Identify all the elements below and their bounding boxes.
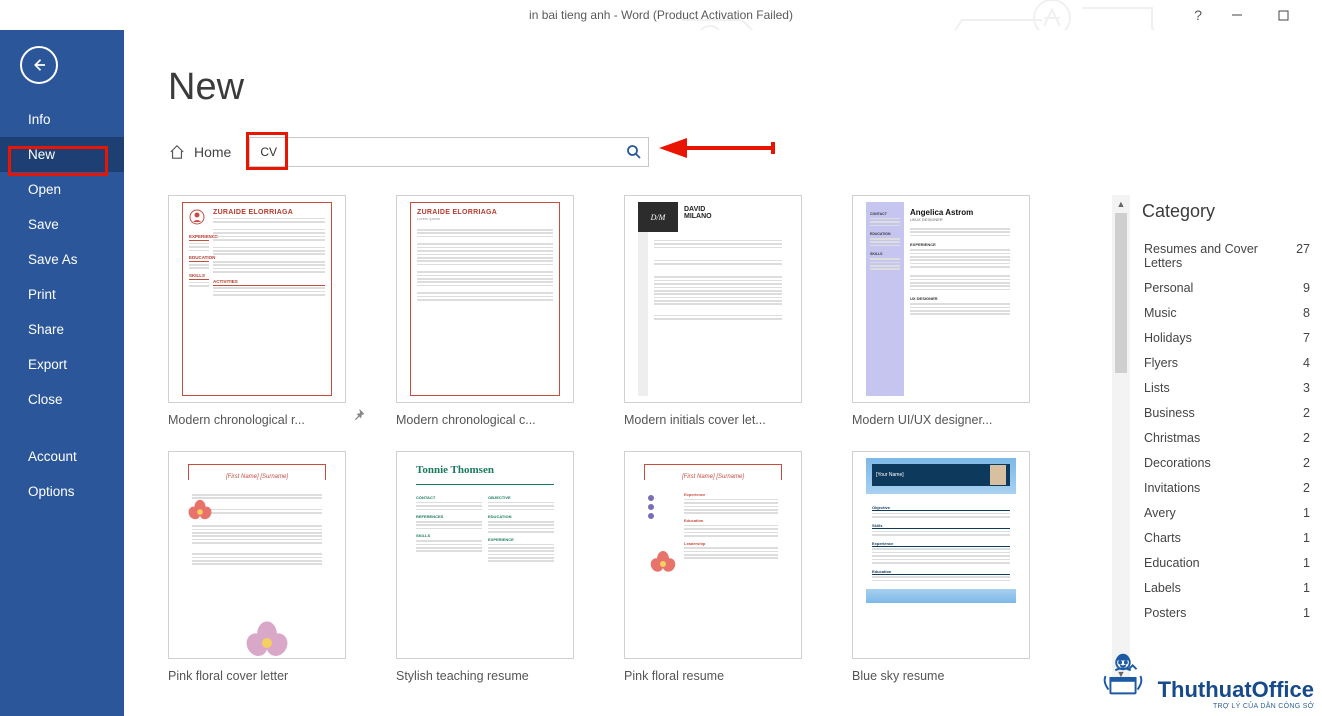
window-title: in bai tieng anh - Word (Product Activat… (529, 8, 793, 22)
category-title: Category (1142, 201, 1314, 222)
page-title: New (168, 66, 1322, 109)
backstage-sidebar: InfoNewOpenSaveSave AsPrintShareExportCl… (0, 30, 124, 716)
template-thumbnail[interactable]: CONTACTEDUCATIONSKILLSAngelica AstromUI/… (852, 195, 1030, 403)
template-thumbnail[interactable]: ZURAIDE ELORRIAGALorem ipsum (396, 195, 574, 403)
nav-item-account[interactable]: Account (0, 439, 124, 474)
nav-item-print[interactable]: Print (0, 277, 124, 312)
home-label: Home (194, 144, 231, 160)
help-button[interactable]: ? (1194, 7, 1202, 23)
search-input[interactable] (260, 145, 626, 159)
nav-item-close[interactable]: Close (0, 382, 124, 417)
template-label: Modern initials cover let... (624, 413, 802, 427)
template-card[interactable]: EXPERIENCEEDUCATIONSKILLSZURAIDE ELORRIA… (168, 195, 368, 427)
template-label: Stylish teaching resume (396, 669, 574, 683)
category-item[interactable]: Education1 (1142, 550, 1314, 575)
template-card[interactable]: [First Name] [Surname]ExperienceEducatio… (624, 451, 824, 683)
titlebar: in bai tieng anh - Word (Product Activat… (0, 0, 1322, 30)
template-thumbnail[interactable]: [First Name] [Surname]ExperienceEducatio… (624, 451, 802, 659)
template-card[interactable]: [Your Name]ObjectiveSkillsExperienceEduc… (852, 451, 1052, 683)
category-item[interactable]: Decorations2 (1142, 450, 1314, 475)
search-icon[interactable] (626, 144, 642, 160)
nav-item-info[interactable]: Info (0, 102, 124, 137)
category-item[interactable]: Christmas2 (1142, 425, 1314, 450)
template-label: Modern chronological c... (396, 413, 574, 427)
template-label: Pink floral resume (624, 669, 802, 683)
nav-item-open[interactable]: Open (0, 172, 124, 207)
scroll-thumb[interactable] (1115, 213, 1127, 373)
minimize-button[interactable] (1214, 0, 1260, 30)
template-thumbnail[interactable]: EXPERIENCEEDUCATIONSKILLSZURAIDE ELORRIA… (168, 195, 346, 403)
template-label: Pink floral cover letter (168, 669, 346, 683)
category-item[interactable]: Personal9 (1142, 275, 1314, 300)
category-item[interactable]: Posters1 (1142, 600, 1314, 625)
nav-item-options[interactable]: Options (0, 474, 124, 509)
watermark-icon (1094, 647, 1152, 710)
category-item[interactable]: Business2 (1142, 400, 1314, 425)
template-card[interactable]: Tonnie ThomsenCONTACTREFERENCESSKILLSOBJ… (396, 451, 596, 683)
watermark: ThuthuatOffice TRỢ LÝ CỦA DÂN CÔNG SỞ (1094, 647, 1314, 710)
nav-item-save-as[interactable]: Save As (0, 242, 124, 277)
category-item[interactable]: Charts1 (1142, 525, 1314, 550)
template-card[interactable]: D/MDAVIDMILANO Modern initials cover let.… (624, 195, 824, 427)
template-thumbnail[interactable]: D/MDAVIDMILANO (624, 195, 802, 403)
template-card[interactable]: ZURAIDE ELORRIAGALorem ipsum Modern chron… (396, 195, 596, 427)
back-button[interactable] (20, 46, 58, 84)
category-item[interactable]: Flyers4 (1142, 350, 1314, 375)
nav-item-new[interactable]: New (0, 137, 124, 172)
template-thumbnail[interactable]: Tonnie ThomsenCONTACTREFERENCESSKILLSOBJ… (396, 451, 574, 659)
home-link[interactable]: Home (168, 144, 231, 160)
template-label: Blue sky resume (852, 669, 1030, 683)
home-icon (168, 144, 186, 160)
templates-scrollbar[interactable]: ▲ ▼ (1112, 195, 1130, 683)
category-item[interactable]: Invitations2 (1142, 475, 1314, 500)
template-card[interactable]: CONTACTEDUCATIONSKILLSAngelica AstromUI/… (852, 195, 1052, 427)
nav-item-share[interactable]: Share (0, 312, 124, 347)
pin-icon[interactable] (354, 407, 368, 421)
template-thumbnail[interactable]: [First Name] [Surname] (168, 451, 346, 659)
template-label: Modern UI/UX designer... (852, 413, 1030, 427)
main-content: New Home (124, 30, 1322, 716)
nav-item-export[interactable]: Export (0, 347, 124, 382)
nav-item-save[interactable]: Save (0, 207, 124, 242)
search-box[interactable] (249, 137, 649, 167)
maximize-button[interactable] (1260, 0, 1306, 30)
category-item[interactable]: Avery1 (1142, 500, 1314, 525)
scroll-up-button[interactable]: ▲ (1112, 195, 1130, 213)
category-item[interactable]: Holidays7 (1142, 325, 1314, 350)
category-item[interactable]: Resumes and Cover Letters27 (1142, 236, 1314, 275)
watermark-subtext: TRỢ LÝ CỦA DÂN CÔNG SỞ (1158, 703, 1314, 710)
category-item[interactable]: Labels1 (1142, 575, 1314, 600)
category-panel: Category Resumes and Cover Letters27Pers… (1130, 195, 1322, 683)
template-label: Modern chronological r... (168, 413, 346, 427)
category-item[interactable]: Lists3 (1142, 375, 1314, 400)
category-item[interactable]: Music8 (1142, 300, 1314, 325)
template-thumbnail[interactable]: [Your Name]ObjectiveSkillsExperienceEduc… (852, 451, 1030, 659)
annotation-arrow (655, 138, 775, 158)
watermark-text: ThuthuatOffice (1158, 677, 1314, 703)
template-card[interactable]: [First Name] [Surname] Pink floral cover … (168, 451, 368, 683)
